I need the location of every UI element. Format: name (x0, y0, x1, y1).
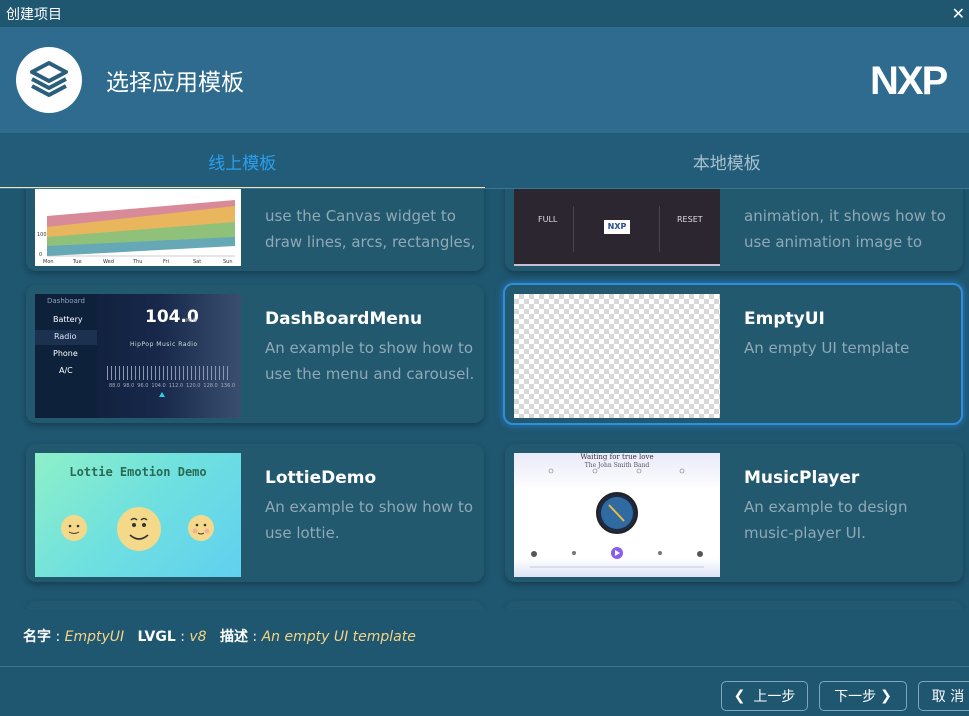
selected-template-info: 名字 : EmptyUI LVGL : v8 描述 : An empty UI … (23, 629, 416, 645)
card-thumbnail: FULL RESET NXP (514, 189, 720, 266)
header: 选择应用模板 NXP (0, 27, 969, 133)
cancel-button[interactable]: 取 消 (918, 681, 969, 711)
prev-icon (531, 551, 537, 557)
page-title: 选择应用模板 (106, 70, 244, 96)
card-title: LottieDemo (265, 468, 377, 488)
frequency-scale-labels: 88.0 98.0 96.0 104.0 112.0 120.0 128.0 1… (109, 383, 236, 389)
x-tick: Tue (72, 259, 82, 265)
chart-thumbnail: 100 0 Mon Tue Wed Thu Fri Sat Sun (37, 200, 235, 265)
full-label: FULL (538, 215, 558, 224)
template-card-next-right[interactable] (505, 601, 963, 609)
footer-divider (0, 666, 969, 667)
template-card-next-left[interactable] (26, 601, 484, 609)
template-card-lottiedemo[interactable]: Lottie Emotion Demo LottieDemo An exampl… (26, 444, 484, 582)
x-tick: Mon (43, 259, 54, 265)
name-label: 名字 (23, 629, 51, 645)
next-icon (697, 551, 703, 557)
desc-label: 描述 (219, 629, 248, 645)
x-tick: Sun (223, 259, 233, 265)
template-tabs: 线上模板 本地模板 (0, 133, 969, 189)
template-card-animation[interactable]: FULL RESET NXP animation, it shows how t… (505, 189, 963, 271)
lvgl-label: LVGL (137, 629, 176, 645)
card-description: An empty UI template (744, 339, 910, 357)
card-thumbnail: Lottie Emotion Demo (35, 453, 241, 577)
happy-face-icon (117, 507, 161, 551)
card-description: An example to show how to use the menu a… (265, 339, 475, 383)
card-text: animation, it shows how to use animation… (744, 203, 959, 255)
template-card-musicplayer[interactable]: Waiting for true love The John Smith Ban… (505, 444, 963, 582)
emotion-faces (61, 507, 214, 551)
smiley-icon (61, 515, 87, 541)
card-text: use the Canvas widget to draw lines, arc… (265, 203, 480, 255)
template-card-dashboardmenu[interactable]: Dashboard Battery Radio Phone A/C 104.0 … (26, 285, 484, 423)
player-controls (530, 468, 704, 568)
template-list[interactable]: 100 0 Mon Tue Wed Thu Fri Sat Sun use th… (0, 189, 969, 609)
tab-local-templates[interactable]: 本地模板 (485, 133, 969, 189)
nxp-logo: NXP (870, 61, 950, 97)
chevron-right-icon: ❯ (880, 688, 892, 704)
card-text: MusicPlayer An example to design music-p… (744, 468, 959, 546)
forward-icon (658, 551, 662, 555)
card-text: DashBoardMenu An example to show how to … (265, 309, 480, 387)
frequency-readout: 104.0 (145, 307, 199, 327)
layers-icon (30, 61, 68, 97)
lvgl-value: v8 (189, 629, 207, 645)
window-titlebar: 创建项目 ✕ (0, 0, 969, 27)
card-description: animation, it shows how to use animation… (744, 207, 946, 251)
name-value: EmptyUI (64, 629, 125, 645)
dashboard-sidebar: Dashboard Battery Radio Phone A/C (35, 294, 97, 418)
reset-label: RESET (677, 215, 703, 224)
nxp-logo-text: NXP (870, 61, 948, 97)
card-text: LottieDemo An example to show how to use… (265, 468, 480, 546)
window-title: 创建项目 (6, 6, 62, 23)
close-icon[interactable]: ✕ (952, 4, 965, 23)
card-thumbnail: 100 0 Mon Tue Wed Thu Fri Sat Sun (35, 189, 241, 266)
prev-button[interactable]: ❮ 上一步 (721, 681, 808, 711)
rewind-icon (572, 551, 576, 555)
x-tick: Thu (132, 259, 142, 265)
shy-face-icon (188, 515, 214, 541)
y-tick: 100 (37, 232, 47, 238)
card-description: An example to show how to use lottie. (265, 498, 474, 542)
tab-online-templates[interactable]: 线上模板 (0, 133, 485, 189)
frequency-pointer-icon (159, 392, 165, 397)
card-description: use the Canvas widget to draw lines, arc… (265, 207, 476, 251)
card-thumbnail (514, 294, 720, 418)
y-tick: 0 (39, 252, 42, 258)
x-tick: Fri (163, 259, 169, 265)
card-description: An example to design music-player UI. (744, 498, 908, 542)
card-thumbnail: Waiting for true love The John Smith Ban… (514, 453, 720, 577)
x-tick: Sat (193, 259, 201, 265)
nxp-mini-logo: NXP (604, 220, 630, 234)
x-tick: Wed (103, 259, 114, 265)
card-title: MusicPlayer (744, 468, 860, 488)
card-text: EmptyUI An empty UI template (744, 309, 959, 361)
template-card-emptyui[interactable]: EmptyUI An empty UI template (503, 283, 963, 425)
template-card-canvas[interactable]: 100 0 Mon Tue Wed Thu Fri Sat Sun use th… (26, 189, 484, 271)
chevron-left-icon: ❮ (733, 688, 746, 704)
card-title: EmptyUI (744, 309, 825, 329)
card-thumbnail: Dashboard Battery Radio Phone A/C 104.0 … (35, 294, 241, 418)
desc-value: An empty UI template (261, 629, 416, 645)
card-title: DashBoardMenu (265, 309, 423, 329)
next-button[interactable]: 下一步 ❯ (819, 681, 907, 711)
app-logo (16, 47, 82, 113)
frequency-scale (107, 366, 231, 380)
